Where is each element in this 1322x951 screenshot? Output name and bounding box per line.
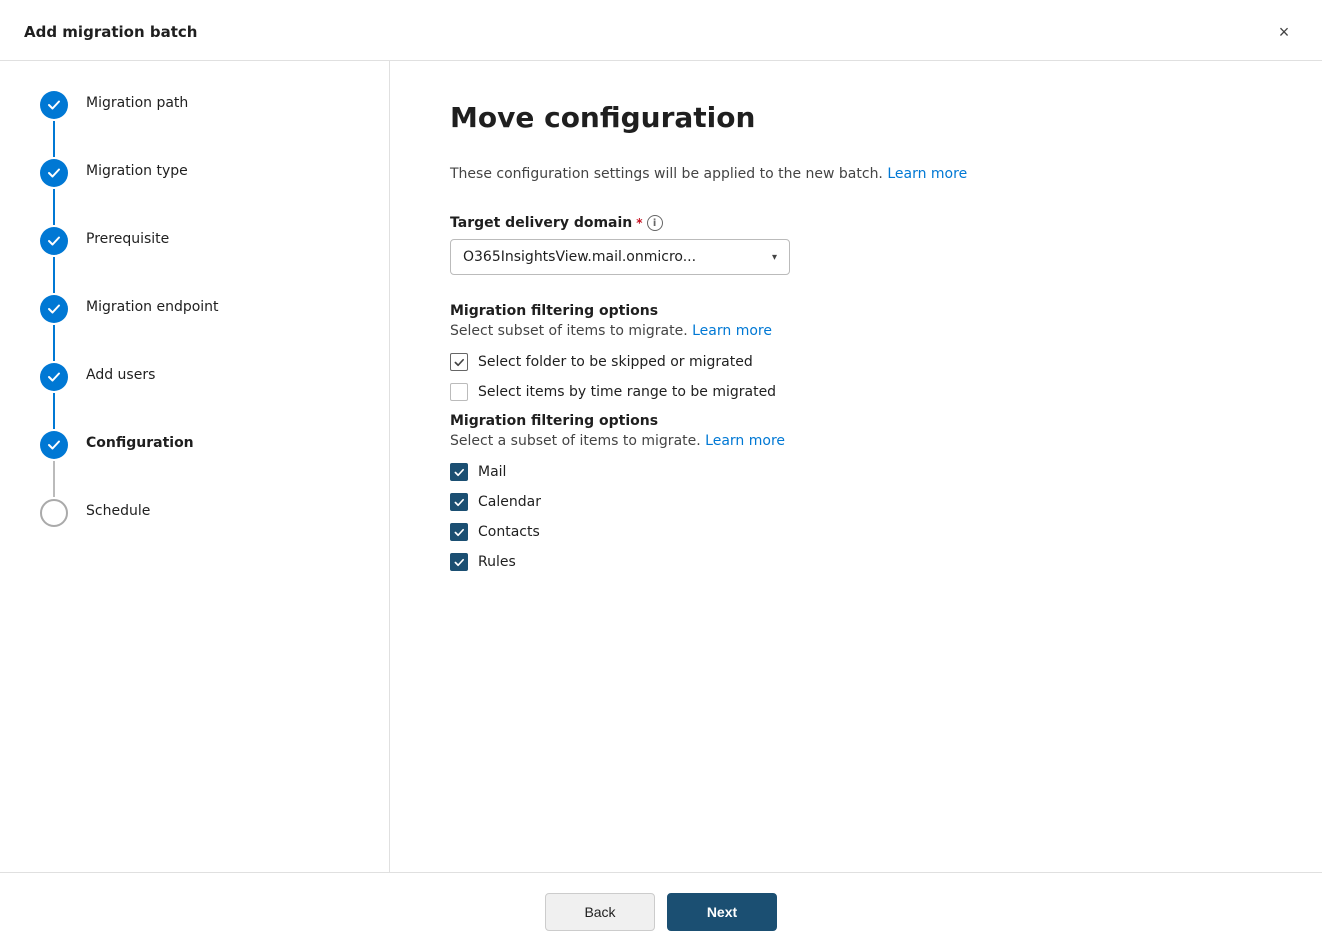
footer: Back Next [0,872,1322,951]
checkbox-calendar-box[interactable] [450,493,468,511]
checkbox-time-range[interactable]: Select items by time range to be migrate… [450,383,1262,401]
filtering-section-2-desc: Select a subset of items to migrate. Lea… [450,433,1262,449]
learn-more-link-top[interactable]: Learn more [887,166,967,182]
info-icon: i [647,215,663,231]
step-circle-schedule [40,499,68,527]
checkbox-skip-folder-label: Select folder to be skipped or migrated [478,354,753,370]
step-circle-configuration [40,431,68,459]
step-line-prerequisite [53,257,55,293]
step-connector-configuration [40,431,68,499]
target-delivery-domain-label: Target delivery domain * i [450,215,1262,231]
checkbox-mail-label: Mail [478,464,506,480]
filtering-section-1-desc: Select subset of items to migrate. Learn… [450,323,1262,339]
page-title: Move configuration [450,101,1262,134]
step-label-migration-endpoint: Migration endpoint [86,295,219,315]
step-circle-migration-type [40,159,68,187]
checkbox-skip-folder[interactable]: Select folder to be skipped or migrated [450,353,1262,371]
checkbox-mail-box[interactable] [450,463,468,481]
step-line-migration-type [53,189,55,225]
step-circle-migration-path [40,91,68,119]
step-connector-migration-type [40,159,68,227]
step-item-add-users[interactable]: Add users [40,363,389,431]
step-connector-migration-endpoint [40,295,68,363]
step-item-schedule: Schedule [40,499,389,527]
learn-more-link-filter1[interactable]: Learn more [692,323,772,339]
chevron-down-icon: ▾ [772,252,777,263]
filtering-section-1-header: Migration filtering options [450,303,1262,319]
step-circle-migration-endpoint [40,295,68,323]
checkbox-time-range-box[interactable] [450,383,468,401]
step-connector-schedule [40,499,68,527]
step-label-migration-path: Migration path [86,91,188,111]
back-button[interactable]: Back [545,893,655,931]
step-item-migration-path[interactable]: Migration path [40,91,389,159]
title-bar: Add migration batch × [0,0,1322,61]
step-item-migration-endpoint[interactable]: Migration endpoint [40,295,389,363]
step-label-migration-type: Migration type [86,159,188,179]
step-label-add-users: Add users [86,363,155,383]
checkbox-contacts-box[interactable] [450,523,468,541]
step-circle-prerequisite [40,227,68,255]
step-label-configuration: Configuration [86,431,194,451]
checkbox-mail[interactable]: Mail [450,463,1262,481]
step-label-schedule: Schedule [86,499,150,519]
checkbox-rules[interactable]: Rules [450,553,1262,571]
step-connector-add-users [40,363,68,431]
step-list: Migration path Migration type Prerequisi… [40,91,389,527]
close-button[interactable]: × [1270,18,1298,46]
target-delivery-domain-dropdown[interactable]: O365InsightsView.mail.onmicro... ▾ [450,239,790,275]
checkbox-contacts-label: Contacts [478,524,540,540]
required-star: * [636,216,642,230]
main-area: Migration path Migration type Prerequisi… [0,61,1322,872]
checkbox-calendar[interactable]: Calendar [450,493,1262,511]
checkbox-contacts[interactable]: Contacts [450,523,1262,541]
step-item-prerequisite[interactable]: Prerequisite [40,227,389,295]
checkbox-skip-folder-box[interactable] [450,353,468,371]
step-line-migration-path [53,121,55,157]
step-circle-add-users [40,363,68,391]
learn-more-link-filter2[interactable]: Learn more [705,433,785,449]
next-button[interactable]: Next [667,893,777,931]
dropdown-value: O365InsightsView.mail.onmicro... [463,249,696,265]
dialog-title: Add migration batch [24,23,197,41]
step-connector-prerequisite [40,227,68,295]
checkbox-rules-box[interactable] [450,553,468,571]
step-line-migration-endpoint [53,325,55,361]
step-item-migration-type[interactable]: Migration type [40,159,389,227]
checkbox-rules-label: Rules [478,554,516,570]
checkbox-calendar-label: Calendar [478,494,541,510]
step-line-configuration [53,461,55,497]
sidebar: Migration path Migration type Prerequisi… [0,61,390,872]
step-connector-migration-path [40,91,68,159]
step-item-configuration[interactable]: Configuration [40,431,389,499]
step-line-add-users [53,393,55,429]
filtering-section-2-header: Migration filtering options [450,413,1262,429]
content-panel: Move configuration These configuration s… [390,61,1322,872]
description-text: These configuration settings will be app… [450,164,1262,185]
step-label-prerequisite: Prerequisite [86,227,169,247]
checkbox-time-range-label: Select items by time range to be migrate… [478,384,776,400]
